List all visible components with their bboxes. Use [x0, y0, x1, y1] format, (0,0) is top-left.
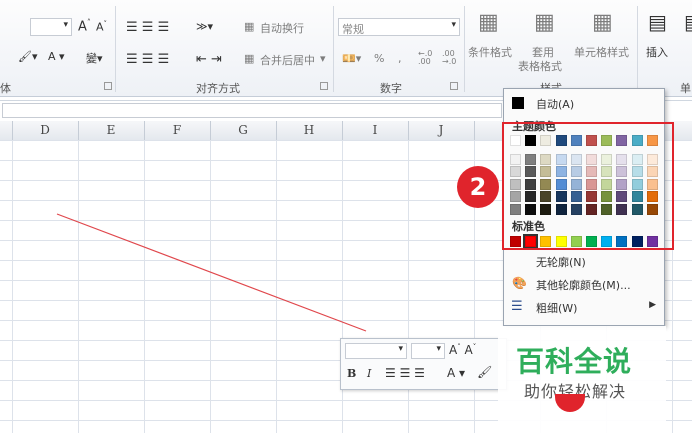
line-weight-icon: ☰: [511, 299, 523, 314]
more-colors-item[interactable]: 🎨 其他轮廓颜色(M)...: [504, 273, 664, 295]
chevron-down-icon: ▾: [436, 344, 441, 354]
watermark-title: 百科全说: [516, 345, 633, 378]
auto-color-item[interactable]: 自动(A): [504, 92, 664, 114]
mini-font-color-button[interactable]: A ▾: [447, 366, 465, 380]
more-colors-label: 其他轮廓颜色(M)...: [536, 279, 631, 292]
no-outline-label: 无轮廓(N): [536, 256, 586, 269]
weight-label: 粗细(W): [536, 302, 578, 315]
step-callout-badge: 2: [457, 166, 499, 208]
auto-color-label: 自动(A): [536, 98, 575, 111]
mini-toolbar: ▾ ▾ A˄ A˅ B I ☰ ☰ ☰ A ▾ 🖌: [340, 338, 507, 390]
chevron-right-icon: ▶: [649, 300, 656, 310]
mini-font-select[interactable]: ▾: [345, 343, 407, 359]
mini-align-button[interactable]: ☰ ☰ ☰: [385, 366, 425, 380]
mini-bold-button[interactable]: B: [347, 367, 356, 380]
mini-size-select[interactable]: ▾: [411, 343, 445, 359]
palette-icon: 🎨: [512, 276, 527, 290]
weight-item[interactable]: ☰ 粗细(W) ▶: [504, 296, 664, 318]
highlight-frame: [502, 122, 674, 250]
mini-grow-font-button[interactable]: A˄ A˅: [449, 343, 476, 357]
no-outline-item[interactable]: 无轮廓(N): [504, 250, 664, 272]
chevron-down-icon: ▾: [398, 344, 403, 354]
auto-color-swatch: [512, 97, 524, 109]
watermark: 百科全说 助你轻松解决: [498, 326, 666, 433]
mini-fill-icon[interactable]: 🖌: [477, 365, 492, 379]
mini-italic-button[interactable]: I: [367, 367, 371, 380]
